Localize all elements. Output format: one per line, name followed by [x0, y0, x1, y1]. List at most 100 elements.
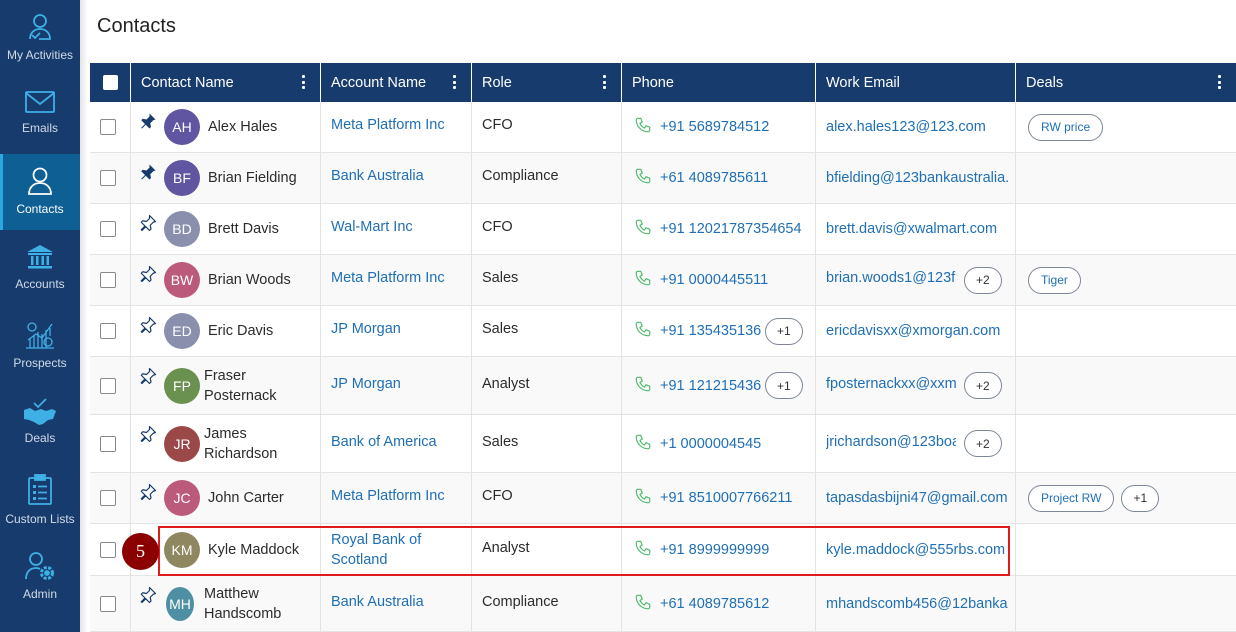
phone-icon[interactable] — [634, 320, 652, 342]
account-link[interactable]: Wal-Mart Inc — [331, 217, 413, 237]
account-link[interactable]: Bank Australia — [331, 592, 424, 612]
phone-icon[interactable] — [634, 269, 652, 291]
header-role[interactable]: Role — [472, 63, 622, 102]
deal-chip[interactable]: Tiger — [1028, 266, 1081, 294]
account-link[interactable]: Bank Australia — [331, 166, 424, 186]
phone-icon[interactable] — [634, 487, 652, 509]
row-checkbox[interactable] — [100, 272, 116, 288]
header-deals[interactable]: Deals — [1016, 63, 1236, 102]
phone-number[interactable]: +91 5689784512 — [660, 119, 769, 135]
header-select-all[interactable] — [90, 63, 131, 102]
row-checkbox[interactable] — [100, 435, 116, 452]
pin-outline-icon[interactable] — [139, 483, 157, 505]
work-email-link[interactable]: brian.woods1@123fa — [826, 270, 956, 286]
contact-name[interactable]: Brian Fielding — [208, 168, 297, 188]
column-menu-icon[interactable] — [603, 75, 607, 89]
column-menu-icon[interactable] — [302, 75, 306, 89]
work-email-link[interactable]: fposternackxx@xxmc — [826, 376, 956, 392]
table-row[interactable]: ED Eric Davis JP Morgan Sales +91 135435136 +… — [90, 306, 1236, 357]
sidebar-item-my-activities[interactable]: My Activities — [0, 0, 80, 76]
phone-number[interactable]: +91 12021787354654 — [660, 221, 802, 237]
more-emails-chip[interactable]: +2 — [964, 372, 1002, 399]
phone-icon[interactable] — [634, 433, 652, 455]
sidebar-item-admin[interactable]: Admin — [0, 539, 80, 615]
phone-number[interactable]: +91 0000445511 — [660, 272, 768, 288]
phone-number[interactable]: +61 4089785611 — [660, 170, 768, 186]
pin-outline-icon[interactable] — [139, 214, 157, 236]
header-account-name[interactable]: Account Name — [321, 63, 472, 102]
phone-number[interactable]: +91 135435136 — [660, 323, 761, 339]
work-email-link[interactable]: brett.davis@xwalmart.com — [826, 221, 1011, 237]
pin-outline-icon[interactable] — [139, 265, 157, 287]
work-email-link[interactable]: ericdavisxx@xmorgan.com — [826, 323, 1011, 339]
phone-icon[interactable] — [634, 116, 652, 138]
sidebar-item-custom-lists[interactable]: Custom Lists — [0, 462, 80, 538]
more-phones-chip[interactable]: +1 — [765, 317, 803, 345]
deal-chip[interactable]: RW price — [1028, 113, 1104, 141]
more-emails-chip[interactable]: +2 — [964, 430, 1002, 457]
pin-outline-icon[interactable] — [139, 586, 157, 608]
phone-number[interactable]: +61 4089785612 — [660, 596, 769, 612]
table-row[interactable]: BD Brett Davis Wal-Mart Inc CFO +91 12021787… — [90, 204, 1236, 255]
table-row[interactable]: KM Kyle Maddock Royal Bank of Scotland Analy… — [90, 524, 1236, 576]
row-checkbox[interactable] — [100, 595, 116, 612]
phone-icon[interactable] — [634, 218, 652, 240]
contact-name[interactable]: Fraser Posternack — [204, 366, 277, 406]
pin-outline-icon[interactable] — [139, 367, 157, 389]
select-all-checkbox[interactable] — [102, 75, 118, 90]
more-emails-chip[interactable]: +2 — [964, 266, 1002, 294]
pin-outline-icon[interactable] — [139, 316, 157, 338]
phone-number[interactable]: +1 0000004545 — [660, 436, 761, 452]
row-checkbox[interactable] — [100, 377, 116, 394]
work-email-link[interactable]: bfielding@123bankaustralia. — [826, 170, 1011, 186]
table-row[interactable]: BW Brian Woods Meta Platform Inc Sales +91 0… — [90, 255, 1236, 306]
sidebar-item-prospects[interactable]: Prospects — [0, 308, 80, 384]
contact-name[interactable]: Kyle Maddock — [208, 540, 299, 560]
work-email-link[interactable]: jrichardson@123boa — [826, 434, 956, 450]
row-checkbox[interactable] — [100, 221, 116, 237]
phone-icon[interactable] — [634, 539, 652, 561]
account-link[interactable]: JP Morgan — [331, 374, 401, 394]
account-link[interactable]: Meta Platform Inc — [331, 268, 445, 288]
work-email-link[interactable]: alex.hales123@123.com — [826, 119, 1011, 135]
header-work-email[interactable]: Work Email — [816, 63, 1016, 102]
column-menu-icon[interactable] — [1218, 75, 1222, 89]
work-email-link[interactable]: tapasdasbijni47@gmail.com — [826, 490, 1011, 506]
header-phone[interactable]: Phone — [622, 63, 816, 102]
pin-outline-icon[interactable] — [139, 425, 157, 447]
row-checkbox[interactable] — [100, 541, 116, 558]
contact-name[interactable]: Eric Davis — [208, 321, 273, 341]
more-phones-chip[interactable]: +1 — [765, 372, 803, 399]
table-row[interactable]: AH Alex Hales Meta Platform Inc CFO +91 5689… — [90, 102, 1236, 153]
contact-name[interactable]: John Carter — [208, 488, 284, 508]
table-row[interactable]: JR James Richardson Bank of America Sales +1 … — [90, 415, 1236, 473]
contact-name[interactable]: James Richardson — [204, 424, 277, 464]
table-row[interactable]: JC John Carter Meta Platform Inc CFO +91 851… — [90, 473, 1236, 524]
phone-number[interactable]: +91 8999999999 — [660, 542, 769, 558]
phone-number[interactable]: +91 121215436 — [660, 378, 761, 394]
table-row[interactable]: FP Fraser Posternack JP Morgan Analyst +91 12… — [90, 357, 1236, 415]
table-row[interactable]: BF Brian Fielding Bank Australia Compliance… — [90, 153, 1236, 204]
pin-filled-icon[interactable] — [139, 112, 157, 134]
sidebar-item-deals[interactable]: Deals — [0, 385, 80, 461]
work-email-link[interactable]: mhandscomb456@12banka — [826, 596, 1011, 612]
table-row[interactable]: MH Matthew Handscomb Bank Australia Complian… — [90, 576, 1236, 632]
account-link[interactable]: Royal Bank of Scotland — [331, 530, 421, 570]
deal-chip[interactable]: Project RW — [1028, 484, 1115, 512]
row-checkbox[interactable] — [100, 323, 116, 339]
more-deals-chip[interactable]: +1 — [1121, 484, 1160, 512]
sidebar-item-emails[interactable]: Emails — [0, 77, 80, 153]
work-email-link[interactable]: kyle.maddock@555rbs.com — [826, 542, 1011, 558]
contact-name[interactable]: Brett Davis — [208, 219, 279, 239]
contact-name[interactable]: Matthew Handscomb — [204, 584, 281, 624]
sidebar-item-accounts[interactable]: Accounts — [0, 231, 80, 307]
row-checkbox[interactable] — [100, 119, 116, 135]
phone-number[interactable]: +91 8510007766211 — [660, 490, 792, 506]
sidebar-item-contacts[interactable]: Contacts — [0, 154, 80, 230]
contact-name[interactable]: Alex Hales — [208, 117, 277, 137]
phone-icon[interactable] — [634, 375, 652, 397]
account-link[interactable]: Bank of America — [331, 432, 437, 452]
header-contact-name[interactable]: Contact Name — [131, 63, 321, 102]
phone-icon[interactable] — [634, 167, 652, 189]
account-link[interactable]: JP Morgan — [331, 319, 401, 339]
